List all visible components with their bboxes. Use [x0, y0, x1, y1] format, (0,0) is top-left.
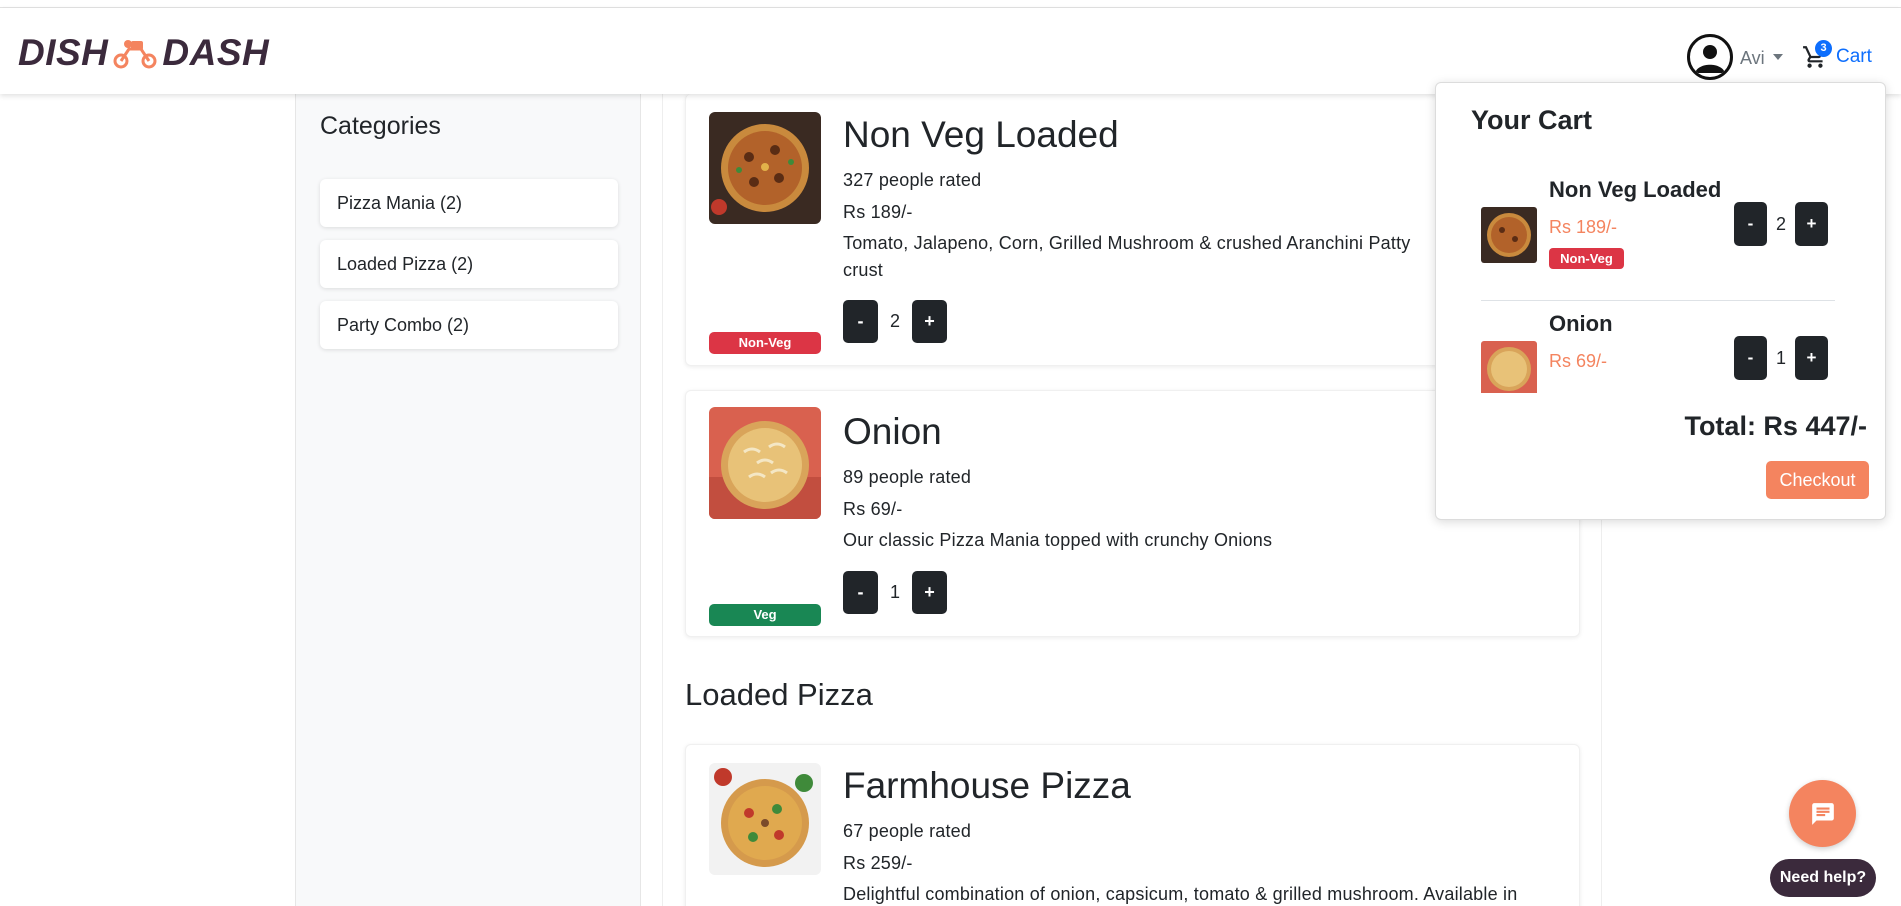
- decrease-qty-button[interactable]: -: [843, 571, 878, 614]
- veg-badge: Veg: [709, 604, 821, 626]
- chevron-down-icon[interactable]: [1773, 54, 1783, 60]
- item-price: Rs 69/-: [843, 499, 903, 519]
- categories-sidebar: Categories Pizza Mania (2) Loaded Pizza …: [295, 94, 641, 906]
- item-title: Farmhouse Pizza: [843, 765, 1131, 806]
- item-ratings: 89 people rated: [843, 467, 972, 487]
- item-ratings: 67 people rated: [843, 821, 972, 841]
- section-title: Loaded Pizza: [685, 677, 873, 712]
- cart-popup-title: Your Cart: [1471, 105, 1593, 135]
- category-item-loaded-pizza[interactable]: Loaded Pizza (2): [320, 240, 618, 288]
- item-description-end: crust: [843, 260, 884, 280]
- categories-title: Categories: [320, 112, 441, 140]
- category-item-party-combo[interactable]: Party Combo (2): [320, 301, 618, 349]
- cart-increase-button[interactable]: +: [1795, 202, 1828, 246]
- cart-decrease-button[interactable]: -: [1734, 202, 1767, 246]
- pizza-image: [709, 112, 821, 224]
- logo-text-left: DISH: [18, 32, 109, 73]
- qty-value: 1: [889, 582, 900, 602]
- item-title: Onion: [843, 411, 942, 452]
- pizza-image: [709, 763, 821, 875]
- increase-qty-button[interactable]: +: [912, 300, 947, 343]
- item-description-text: Tomato, Jalapeno, Corn, Grilled Mushroom…: [843, 233, 1411, 253]
- user-name[interactable]: Avi: [1740, 48, 1765, 69]
- chat-button[interactable]: [1789, 780, 1856, 847]
- user-avatar-icon[interactable]: [1687, 34, 1733, 80]
- qty-value: 2: [889, 311, 900, 331]
- item-description: Our classic Pizza Mania topped with crun…: [843, 530, 1273, 550]
- cart-label: Cart: [1836, 46, 1872, 67]
- item-price: Rs 189/-: [843, 202, 913, 222]
- item-description: Delightful combination of onion, capsicu…: [843, 884, 1518, 904]
- cart-link[interactable]: Cart: [1802, 44, 1872, 70]
- checkout-button[interactable]: Checkout: [1766, 461, 1869, 499]
- cart-increase-button[interactable]: +: [1795, 336, 1828, 380]
- item-price: Rs 259/-: [843, 853, 913, 873]
- cart-total: Total: Rs 447/-: [1684, 411, 1867, 441]
- cart-item-divider: [1481, 300, 1835, 301]
- logo[interactable]: DISH DASH: [18, 26, 293, 80]
- item-ratings: 327 people rated: [843, 170, 982, 190]
- category-item-pizza-mania[interactable]: Pizza Mania (2): [320, 179, 618, 227]
- non-veg-badge: Non-Veg: [1549, 248, 1624, 269]
- cart-count-badge: 3: [1815, 40, 1832, 57]
- cart-decrease-button[interactable]: -: [1734, 336, 1767, 380]
- cart-item-price: Rs 189/-: [1549, 217, 1618, 237]
- cart-item-name: Onion: [1549, 311, 1613, 336]
- cart-qty-value: 1: [1775, 348, 1786, 368]
- cart-item-price: Rs 69/-: [1549, 351, 1608, 371]
- need-help-label[interactable]: Need help?: [1770, 859, 1876, 897]
- item-title: Non Veg Loaded: [843, 114, 1119, 155]
- scooter-icon: [113, 40, 157, 69]
- logo-text-right: DASH: [162, 32, 270, 73]
- cart-popup: Your Cart Non Veg Loaded Rs 189/- Non-Ve…: [1435, 82, 1886, 520]
- increase-qty-button[interactable]: +: [912, 571, 947, 614]
- decrease-qty-button[interactable]: -: [843, 300, 878, 343]
- cart-qty-value: 2: [1775, 214, 1786, 234]
- cart-item-image: [1481, 341, 1537, 393]
- non-veg-badge: Non-Veg: [709, 332, 821, 354]
- cart-items-list[interactable]: Non Veg Loaded Rs 189/- Non-Veg - 2 + On…: [1481, 169, 1871, 393]
- cart-item-image: [1481, 207, 1537, 263]
- person-icon: [1695, 45, 1725, 73]
- chat-icon: [1811, 802, 1834, 825]
- cart-item-name: Non Veg Loaded: [1549, 177, 1722, 202]
- pizza-image: [709, 407, 821, 519]
- menu-item-card: Farmhouse Pizza 67 people rated Rs 259/-…: [685, 744, 1580, 906]
